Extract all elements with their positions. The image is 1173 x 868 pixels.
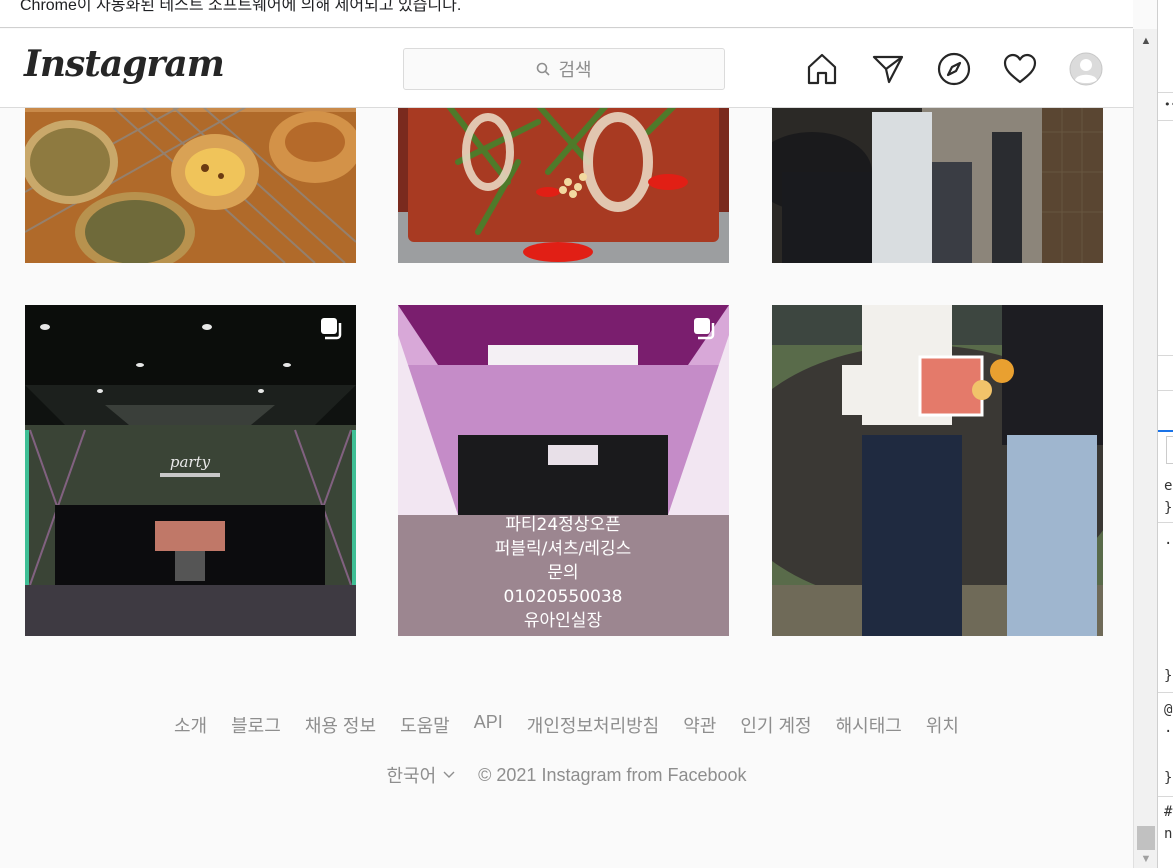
copyright-text: © 2021 Instagram from Facebook <box>478 764 747 785</box>
footer-link-top-accounts[interactable]: 인기 계정 <box>740 712 811 738</box>
explore-compass-icon <box>937 52 971 86</box>
karaoke-room-ad-photo: 파티24정상오픈 퍼블릭/셔츠/레깅스 문의 01020550038 유아인실장 <box>398 305 729 636</box>
language-selector[interactable]: 한국어 <box>386 762 456 788</box>
ad-line-2: 퍼블릭/셔츠/레깅스 <box>495 539 632 559</box>
devtools-code-fragment: # <box>1164 804 1173 820</box>
scroll-thumb[interactable] <box>1137 826 1155 850</box>
multiple-posts-icon <box>694 318 715 340</box>
ad-line-1: 파티24정상오픈 <box>505 515 620 535</box>
footer-link-hashtags[interactable]: 해시태그 <box>836 712 902 738</box>
page-viewport: party 파티24정상오픈 퍼블릭/셔츠/레깅스 문의 01020550038… <box>0 29 1133 868</box>
search-input[interactable]: 검색 <box>403 48 725 90</box>
footer-link-terms[interactable]: 약관 <box>683 712 716 738</box>
ad-line-3: 문의 <box>547 563 578 583</box>
home-icon <box>807 53 837 85</box>
multiple-posts-icon <box>321 318 342 340</box>
footer-link-locations[interactable]: 위치 <box>926 712 959 738</box>
devtools-more-icon[interactable]: •• <box>1164 98 1173 111</box>
party-sign: party <box>170 453 211 471</box>
profile-avatar-icon <box>1069 52 1103 86</box>
ad-line-4: 01020550038 <box>504 587 623 607</box>
search-placeholder: 검색 <box>558 60 592 80</box>
language-label: 한국어 <box>386 766 437 786</box>
page-scrollbar[interactable]: ▲ ▼ <box>1133 29 1157 868</box>
devtools-code-fragment: e <box>1164 478 1173 494</box>
devtools-code-fragment: } <box>1164 500 1173 516</box>
explore-button[interactable] <box>936 51 972 87</box>
footer-links: 소개 블로그 채용 정보 도움말 API 개인정보처리방침 약관 인기 계정 해… <box>0 712 1133 738</box>
search-icon <box>537 62 551 76</box>
devtools-code-fragment: @ <box>1164 702 1173 718</box>
footer-link-help[interactable]: 도움말 <box>400 712 450 738</box>
couple-holding-tart-photo <box>772 305 1103 636</box>
instagram-header: Instagram 검색 <box>0 29 1133 108</box>
direct-send-icon <box>872 55 904 84</box>
activity-heart-icon <box>1003 53 1037 84</box>
footer-link-blog[interactable]: 블로그 <box>231 712 281 738</box>
devtools-panel-edge: •• e } · } @ · } # n <box>1157 0 1173 868</box>
footer-link-jobs[interactable]: 채용 정보 <box>305 712 376 738</box>
devtools-filter-input[interactable] <box>1166 436 1173 464</box>
devtools-code-fragment: } <box>1164 668 1173 684</box>
devtools-code-fragment: · <box>1164 724 1173 740</box>
devtools-code-fragment: } <box>1164 770 1173 786</box>
post-thumbnail-couple[interactable] <box>772 305 1103 636</box>
devtools-code-fragment: · <box>1164 536 1173 552</box>
scroll-up-arrow-icon[interactable]: ▲ <box>1134 29 1158 53</box>
infobar-text: Chrome이 자동화된 테스트 소프트웨어에 의해 제어되고 있습니다. <box>20 0 462 14</box>
activity-button[interactable] <box>1002 51 1038 87</box>
automation-infobar: Chrome이 자동화된 테스트 소프트웨어에 의해 제어되고 있습니다. <box>0 0 1133 28</box>
home-button[interactable] <box>804 51 840 87</box>
ad-line-5: 유아인실장 <box>524 611 603 631</box>
party-room-photo: party <box>25 305 356 636</box>
footer-link-about[interactable]: 소개 <box>174 712 207 738</box>
footer-link-api[interactable]: API <box>474 712 503 738</box>
post-thumbnail-karaoke-ad[interactable]: 파티24정상오픈 퍼블릭/셔츠/레깅스 문의 01020550038 유아인실장 <box>398 305 729 636</box>
devtools-code-fragment: n <box>1164 826 1173 842</box>
chevron-down-icon <box>443 771 455 778</box>
instagram-logo[interactable]: Instagram <box>24 43 225 85</box>
post-thumbnail-party-room[interactable]: party <box>25 305 356 636</box>
devtools-tab-indicator <box>1158 430 1173 432</box>
direct-messages-button[interactable] <box>870 51 906 87</box>
footer-bottom: 한국어 © 2021 Instagram from Facebook <box>0 762 1133 788</box>
footer-link-privacy[interactable]: 개인정보처리방침 <box>527 712 659 738</box>
profile-button[interactable] <box>1068 51 1104 87</box>
scroll-down-arrow-icon[interactable]: ▼ <box>1134 850 1158 868</box>
